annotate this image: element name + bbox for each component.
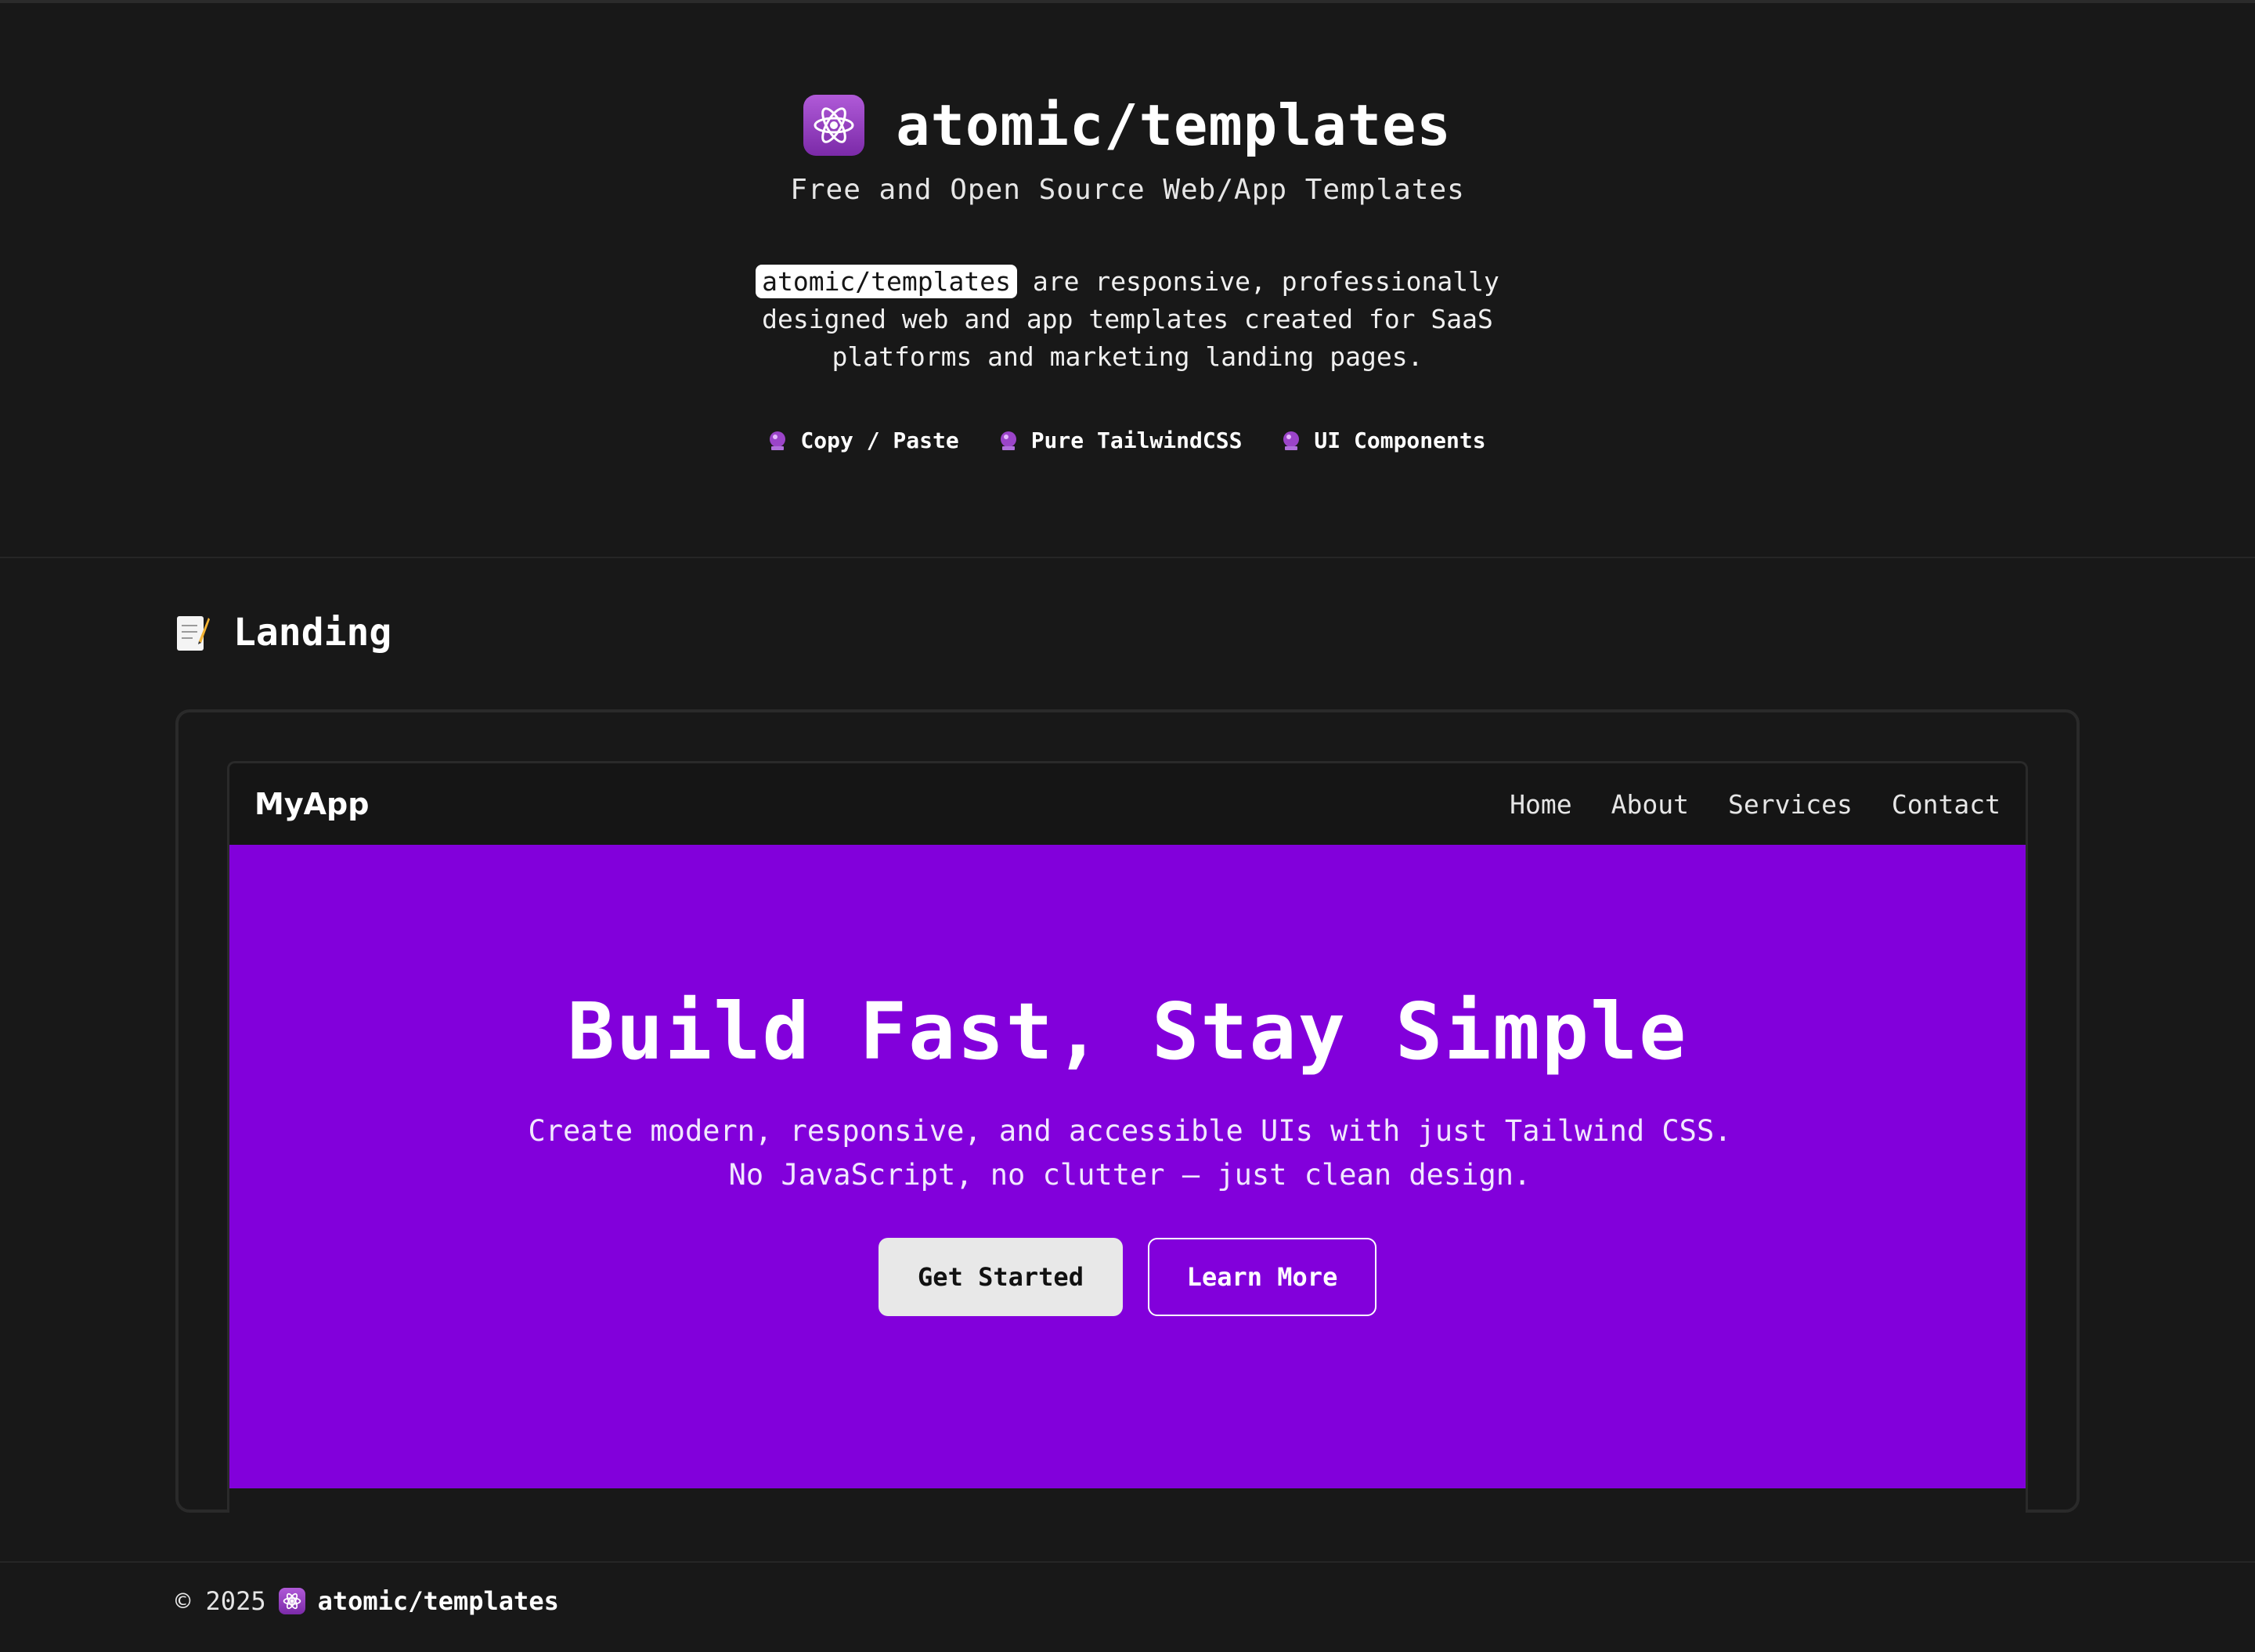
hero-subtitle: Create modern, responsive, and accessibl… xyxy=(528,1114,1732,1192)
gem-icon xyxy=(1000,431,1017,451)
preview-brand[interactable]: MyApp xyxy=(254,787,369,821)
section-heading: Landing xyxy=(175,611,391,655)
gem-icon xyxy=(1283,431,1300,451)
feature-item: Copy / Paste xyxy=(769,427,959,453)
get-started-button[interactable]: Get Started xyxy=(879,1238,1123,1316)
atom-icon xyxy=(278,1588,305,1614)
nav-link-services[interactable]: Services xyxy=(1728,789,1853,820)
feature-item: UI Components xyxy=(1283,427,1486,453)
site-header: atomic/templates Free and Open Source We… xyxy=(0,0,2255,558)
preview-navbar: MyApp Home About Services Contact xyxy=(229,763,2026,845)
nav-link-about[interactable]: About xyxy=(1611,789,1689,820)
footer-content: © 2025 atomic/templates xyxy=(175,1586,559,1616)
feature-list: Copy / Paste Pure TailwindCSS UI Compone… xyxy=(0,427,2255,453)
footer-brand[interactable]: atomic/templates xyxy=(318,1586,559,1616)
preview-nav-links: Home About Services Contact xyxy=(1510,789,2001,820)
site-footer: © 2025 atomic/templates xyxy=(0,1561,2255,1652)
memo-icon xyxy=(175,613,210,652)
section-title: Landing xyxy=(233,611,392,655)
site-description: atomic/templates are responsive, profess… xyxy=(752,263,1503,376)
preview-hero: Build Fast, Stay Simple Create modern, r… xyxy=(229,845,2026,1488)
atom-icon xyxy=(803,95,865,156)
brand: atomic/templates xyxy=(0,92,2255,158)
feature-label: Copy / Paste xyxy=(800,427,959,453)
nav-link-home[interactable]: Home xyxy=(1510,789,1571,820)
gem-icon xyxy=(769,431,786,451)
site-title: atomic/templates xyxy=(896,92,1452,158)
feature-label: UI Components xyxy=(1314,427,1486,453)
copyright-text: © 2025 xyxy=(175,1586,266,1616)
nav-link-contact[interactable]: Contact xyxy=(1892,789,2001,820)
template-preview: MyApp Home About Services Contact Build … xyxy=(227,761,2028,1513)
feature-item: Pure TailwindCSS xyxy=(1000,427,1243,453)
hero-buttons: Get Started Learn More xyxy=(229,1238,2026,1316)
code-chip: atomic/templates xyxy=(756,265,1017,298)
feature-label: Pure TailwindCSS xyxy=(1030,427,1243,453)
hero-title: Build Fast, Stay Simple xyxy=(567,986,1688,1077)
template-preview-frame: MyApp Home About Services Contact Build … xyxy=(175,709,2080,1513)
learn-more-button[interactable]: Learn More xyxy=(1148,1238,1376,1316)
site-tagline: Free and Open Source Web/App Templates xyxy=(790,174,1465,206)
